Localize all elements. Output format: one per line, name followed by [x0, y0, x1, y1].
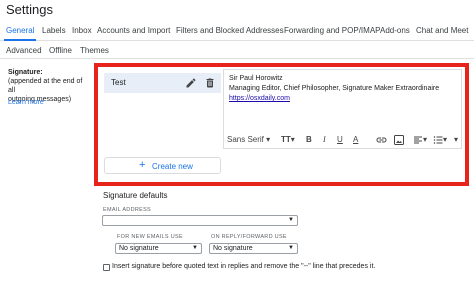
tab-themes[interactable]: Themes — [80, 46, 109, 55]
email-address-label: EMAIL ADDRESS — [103, 207, 152, 213]
trash-icon[interactable] — [204, 77, 216, 89]
tab-accounts-and-import[interactable]: Accounts and Import — [97, 26, 170, 35]
reply-forward-signature-select[interactable]: No signature ▼ — [209, 243, 298, 254]
tab-chat-and-meet[interactable]: Chat and Meet — [416, 26, 468, 35]
learn-more-link[interactable]: Learn more — [8, 99, 44, 106]
tab-labels[interactable]: Labels — [42, 26, 66, 35]
reply-forward-signature-value: No signature — [213, 245, 253, 252]
tab-inbox[interactable]: Inbox — [72, 26, 92, 35]
active-tab-indicator — [4, 39, 36, 41]
insert-before-quoted-label: Insert signature before quoted text in r… — [112, 263, 376, 270]
new-emails-label: FOR NEW EMAILS USE — [117, 234, 183, 240]
underline-icon[interactable]: U — [337, 135, 343, 144]
reply-forward-label: ON REPLY/FORWARD USE — [211, 234, 287, 240]
signature-heading: Signature: — [8, 69, 43, 76]
signature-defaults-title: Signature defaults — [103, 191, 168, 200]
editor-line-name: Sir Paul Horowitz — [229, 75, 283, 82]
font-family-label: Sans Serif — [227, 135, 264, 144]
settings-tab-bar: General Labels Inbox Accounts and Import… — [0, 24, 474, 41]
chevron-down-icon: ▾ — [266, 135, 271, 144]
insert-before-quoted-checkbox[interactable] — [103, 264, 110, 271]
tab-forwarding[interactable]: Forwarding and POP/IMAP — [284, 26, 380, 35]
tab-add-ons[interactable]: Add-ons — [380, 26, 410, 35]
create-new-label: Create new — [152, 162, 193, 171]
signature-name: Test — [111, 78, 126, 87]
formatting-toolbar: Sans Serif ▾ TT▾ B I U A ▾ ▾ ▾ — [223, 130, 462, 150]
plus-icon: + — [139, 159, 146, 171]
link-icon[interactable] — [376, 136, 387, 144]
pencil-icon[interactable] — [185, 77, 197, 89]
font-family-select[interactable]: Sans Serif ▾ — [227, 135, 270, 144]
bold-icon[interactable]: B — [306, 135, 312, 144]
new-emails-signature-value: No signature — [119, 245, 159, 252]
new-emails-signature-select[interactable]: No signature ▼ — [115, 243, 202, 254]
text-color-icon[interactable]: A — [353, 135, 358, 144]
page-title: Settings — [6, 2, 53, 17]
image-icon[interactable] — [394, 135, 404, 145]
text-size-icon[interactable]: TT▾ — [281, 135, 295, 144]
chevron-down-icon: ▼ — [288, 245, 294, 251]
tab-general[interactable]: General — [6, 26, 34, 35]
create-new-button[interactable]: + Create new — [104, 157, 221, 174]
email-address-select[interactable]: ▼ — [102, 215, 298, 226]
editor-line-title: Managing Editor, Chief Philosopher, Sign… — [229, 85, 440, 92]
italic-icon[interactable]: I — [323, 135, 326, 144]
tab-filters[interactable]: Filters and Blocked Addresses — [176, 26, 284, 35]
signature-list-item[interactable]: Test — [104, 73, 221, 93]
align-chevron-icon: ▾ — [423, 135, 428, 144]
signature-note-line1: (appended at the end of all — [8, 78, 83, 94]
chevron-down-icon: ▼ — [288, 217, 294, 223]
align-icon[interactable] — [413, 135, 423, 145]
tab-advanced[interactable]: Advanced — [6, 46, 42, 55]
chevron-down-icon: ▼ — [192, 245, 198, 251]
more-formatting-icon[interactable]: ▾ — [454, 135, 458, 144]
list-icon[interactable] — [433, 135, 443, 145]
settings-tab-bar-secondary: Advanced Offline Themes — [0, 44, 474, 59]
tab-offline[interactable]: Offline — [49, 46, 72, 55]
editor-link[interactable]: https://osxdaily.com — [229, 95, 290, 102]
list-chevron-icon: ▾ — [443, 135, 448, 144]
